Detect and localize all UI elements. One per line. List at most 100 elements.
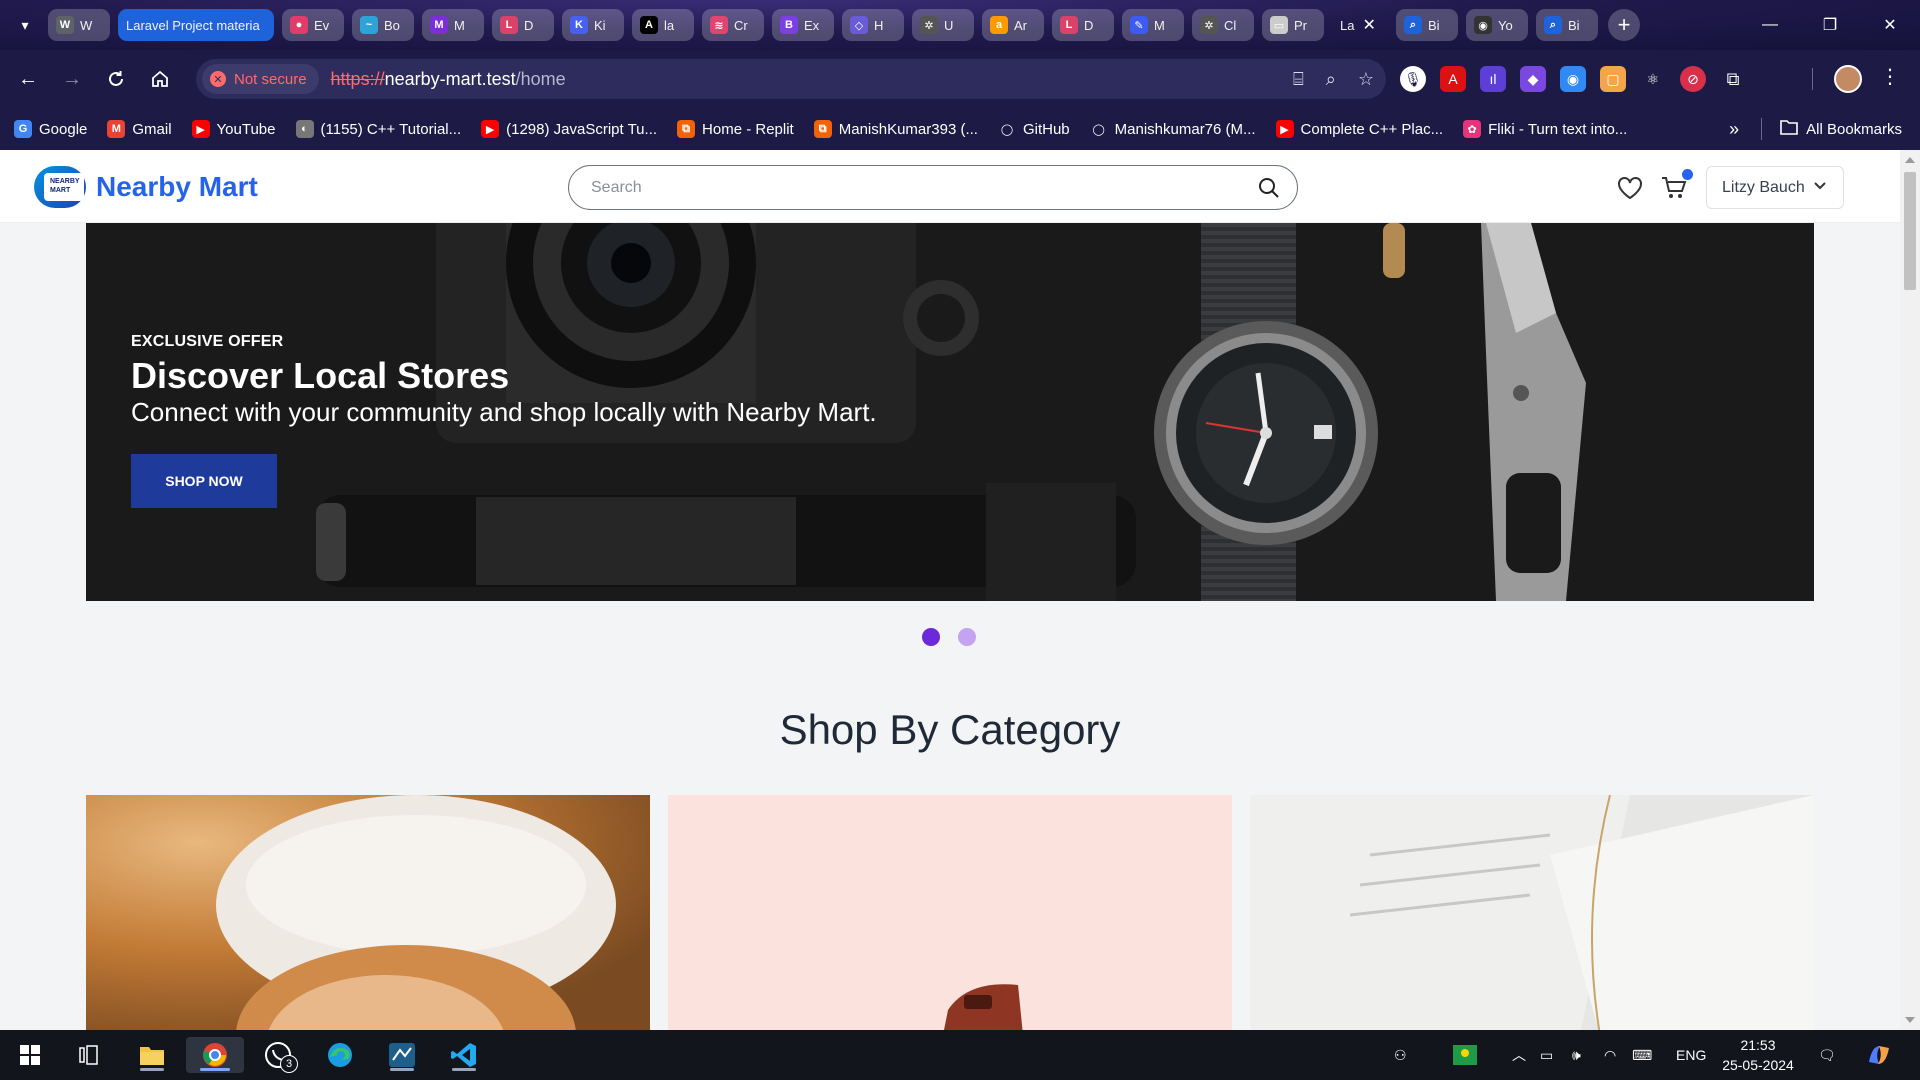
- profile-avatar[interactable]: [1834, 65, 1862, 93]
- browser-tab-15[interactable]: ✎ M: [1122, 9, 1184, 41]
- whatsapp-icon[interactable]: 3: [258, 1037, 298, 1073]
- scroll-up-arrow-icon[interactable]: [1905, 157, 1915, 163]
- react-devtools-icon[interactable]: ⚛: [1640, 66, 1666, 92]
- browser-menu-icon[interactable]: ⋮: [1880, 64, 1900, 89]
- tab-search-chevron-icon[interactable]: ▾: [10, 10, 40, 40]
- logo-mark-icon: NEARBY MART: [34, 166, 86, 208]
- address-bar[interactable]: ✕ Not secure https://nearby-mart.test/ho…: [196, 59, 1386, 99]
- search-box: [568, 165, 1298, 210]
- system-clock[interactable]: 21:53 25-05-2024: [1712, 1035, 1804, 1075]
- copilot-icon[interactable]: [1866, 1030, 1892, 1080]
- file-explorer-icon[interactable]: [132, 1037, 172, 1073]
- page-scrollbar[interactable]: [1900, 150, 1920, 1030]
- bookmark-item[interactable]: ◯ GitHub: [997, 120, 1070, 138]
- pdf-extension-icon[interactable]: A: [1440, 66, 1466, 92]
- all-bookmarks-link[interactable]: All Bookmarks: [1806, 121, 1902, 138]
- category-card-2[interactable]: [668, 795, 1232, 1030]
- scrollbar-thumb[interactable]: [1904, 172, 1916, 290]
- restore-button[interactable]: ❐: [1800, 0, 1860, 50]
- browser-tab-19[interactable]: ⌕ Bi: [1396, 9, 1458, 41]
- bookmarks-bar: G Google M Gmail ▶ YouTube ◐ (1155) C++ Tutoria…: [0, 108, 1920, 150]
- browser-tab-1[interactable]: WW: [48, 9, 110, 41]
- shop-now-button[interactable]: SHOP NOW: [131, 454, 277, 508]
- close-tab-icon[interactable]: ✕: [1362, 15, 1375, 35]
- user-menu-dropdown[interactable]: Litzy Bauch: [1706, 166, 1844, 209]
- home-icon[interactable]: [138, 59, 182, 99]
- back-icon[interactable]: ←: [6, 59, 50, 99]
- browser-tab-11[interactable]: ◇ H: [842, 9, 904, 41]
- bookmark-item[interactable]: M Gmail: [107, 120, 172, 138]
- volume-icon[interactable]: 🕪: [1572, 1030, 1581, 1080]
- show-hidden-icons-chevron[interactable]: ︿: [1512, 1030, 1526, 1080]
- url-text[interactable]: https://nearby-mart.test/home: [331, 69, 566, 90]
- browser-tab-18[interactable]: La ✕: [1332, 9, 1388, 41]
- translate-icon[interactable]: ⌸: [1293, 69, 1304, 90]
- carousel-dot-2[interactable]: [958, 628, 976, 646]
- scroll-down-arrow-icon[interactable]: [1905, 1017, 1915, 1023]
- bookmark-item[interactable]: ▶ YouTube: [191, 120, 276, 138]
- zoom-icon[interactable]: ⌕: [1326, 69, 1336, 90]
- site-info-chip[interactable]: ✕ Not secure: [202, 64, 319, 94]
- language-indicator[interactable]: ENG: [1676, 1030, 1706, 1080]
- edge-icon[interactable]: [320, 1037, 360, 1073]
- mysql-workbench-icon[interactable]: [382, 1037, 422, 1073]
- bookmark-item[interactable]: ⧉ Home - Replit: [677, 120, 794, 138]
- touch-keyboard-icon[interactable]: ⌨: [1632, 1030, 1652, 1080]
- bookmark-item[interactable]: ◯ Manishkumar76 (M...: [1089, 120, 1256, 138]
- extensions-puzzle-icon[interactable]: ⧉: [1720, 66, 1746, 92]
- browser-tab-13[interactable]: a Ar: [982, 9, 1044, 41]
- browser-tab-6[interactable]: LD: [492, 9, 554, 41]
- bookmark-star-icon[interactable]: ☆: [1358, 69, 1374, 90]
- category-card-1[interactable]: [86, 795, 650, 1030]
- browser-tab-21[interactable]: ⌕ Bi: [1536, 9, 1598, 41]
- forward-icon[interactable]: →: [50, 59, 94, 99]
- browser-tab-3[interactable]: ● Ev: [282, 9, 344, 41]
- reload-icon[interactable]: [94, 59, 138, 99]
- browser-tab-7[interactable]: K Ki: [562, 9, 624, 41]
- start-windows-icon[interactable]: [10, 1037, 50, 1073]
- bookmark-item[interactable]: ✿ Fliki - Turn text into...: [1463, 120, 1627, 138]
- stats-extension-icon[interactable]: ıl: [1480, 66, 1506, 92]
- browser-tab-12[interactable]: ✲ U: [912, 9, 974, 41]
- bookmark-favicon-icon: M: [107, 120, 126, 138]
- vscode-icon[interactable]: [444, 1037, 484, 1073]
- camera-extension-icon[interactable]: ◉: [1560, 66, 1586, 92]
- blocker-extension-icon[interactable]: ⊘: [1680, 66, 1706, 92]
- browser-tab-16[interactable]: ✲ Cl: [1192, 9, 1254, 41]
- site-logo[interactable]: NEARBY MART Nearby Mart: [34, 166, 258, 208]
- bookmark-item[interactable]: ⧉ ManishKumar393 (...: [813, 120, 978, 138]
- battery-icon[interactable]: ▭: [1540, 1030, 1553, 1080]
- maps-tray-icon[interactable]: [1452, 1030, 1478, 1080]
- chrome-taskbar-icon[interactable]: [186, 1037, 244, 1073]
- browser-tab-20[interactable]: ◉ Yo: [1466, 9, 1528, 41]
- task-view-icon[interactable]: [70, 1037, 110, 1073]
- bookmark-item[interactable]: ▶ (1298) JavaScript Tu...: [481, 120, 657, 138]
- browser-tab-10[interactable]: B Ex: [772, 9, 834, 41]
- notes-extension-icon[interactable]: ▢: [1600, 66, 1626, 92]
- browser-tab-17[interactable]: ▭ Pr: [1262, 9, 1324, 41]
- category-card-3[interactable]: [1250, 795, 1814, 1030]
- browser-tab-9[interactable]: ≋ Cr: [702, 9, 764, 41]
- bookmark-item[interactable]: ◐ (1155) C++ Tutorial...: [295, 120, 461, 138]
- notifications-icon[interactable]: 🗨: [1818, 1030, 1836, 1080]
- people-icon[interactable]: ⚇: [1394, 1030, 1407, 1080]
- tab-title: Cl: [1224, 17, 1237, 33]
- browser-tab-5[interactable]: MM: [422, 9, 484, 41]
- browser-tab-14[interactable]: LD: [1052, 9, 1114, 41]
- search-icon[interactable]: [1257, 176, 1281, 200]
- voice-extension-icon[interactable]: 🎙: [1400, 66, 1426, 92]
- browser-tab-4[interactable]: ~ Bo: [352, 9, 414, 41]
- search-input[interactable]: [591, 178, 1231, 197]
- bookmark-item[interactable]: ▶ Complete C++ Plac...: [1275, 120, 1443, 138]
- wifi-icon[interactable]: ◠: [1604, 1030, 1616, 1080]
- gradient-extension-icon[interactable]: ◆: [1520, 66, 1546, 92]
- new-tab-button[interactable]: +: [1608, 9, 1640, 41]
- wishlist-heart-icon[interactable]: [1616, 174, 1644, 202]
- carousel-dot-1[interactable]: [922, 628, 940, 646]
- minimize-button[interactable]: —: [1740, 0, 1800, 50]
- bookmark-item[interactable]: G Google: [14, 120, 87, 138]
- browser-tab-8[interactable]: Ala: [632, 9, 694, 41]
- more-bookmarks-icon[interactable]: »: [1729, 119, 1739, 140]
- close-window-button[interactable]: ✕: [1860, 0, 1920, 50]
- browser-tab-2[interactable]: Laravel Project materia: [118, 9, 274, 41]
